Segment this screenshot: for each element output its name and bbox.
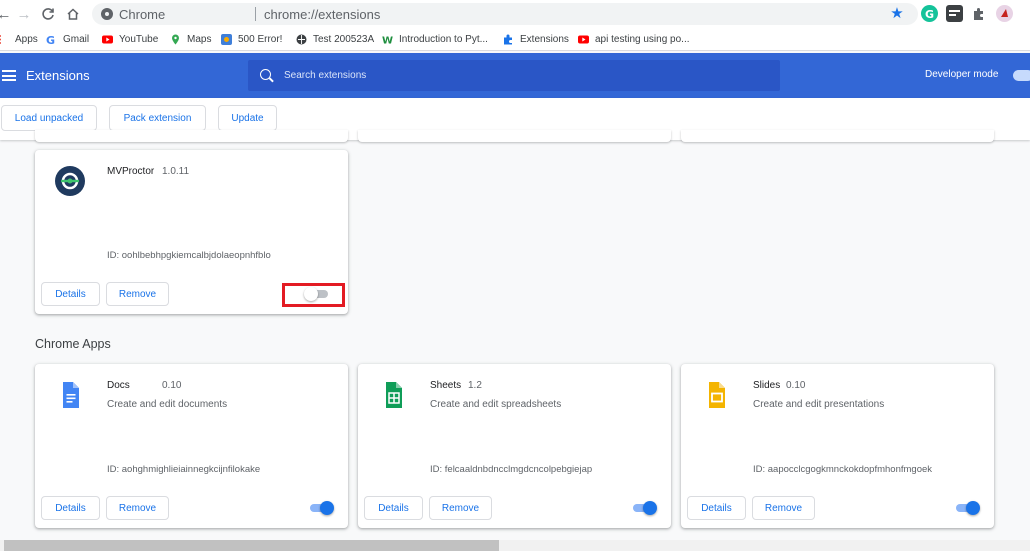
search-box[interactable] [248, 60, 780, 91]
forward-arrow-icon[interactable]: → [14, 4, 34, 24]
docs-icon [63, 382, 79, 408]
bookmark-label: Apps [15, 34, 38, 45]
details-button[interactable]: Details [41, 496, 100, 520]
bookmark-label: YouTube [119, 34, 159, 45]
toggle-thumb [966, 501, 980, 515]
address-bar[interactable]: Chrome chrome://extensions [92, 3, 918, 25]
back-arrow-icon[interactable]: ← [0, 4, 14, 24]
app-id: ID: felcaaldnbdncclmgdcncolpebgiejap [430, 464, 593, 475]
search-icon [260, 69, 271, 80]
youtube-icon [102, 35, 113, 44]
chrome-page-icon [101, 8, 113, 20]
extension-name: MVProctor [107, 166, 155, 177]
bookmark-500-error[interactable]: 500 Error! [221, 32, 282, 47]
card-above-stub [681, 130, 994, 142]
profile-avatar[interactable] [996, 5, 1013, 22]
app-version: 0.10 [786, 380, 806, 391]
remove-button[interactable]: Remove [106, 496, 169, 520]
load-unpacked-button[interactable]: Load unpacked [1, 105, 97, 131]
app-name: Docs [107, 380, 130, 391]
screen-extension-icon[interactable] [946, 5, 963, 22]
app-version: 0.10 [162, 380, 182, 391]
extension-id: ID: oohlbebhpgkiemcalbjdolaeopnhfblo [107, 250, 271, 261]
pack-extension-button[interactable]: Pack extension [109, 105, 206, 131]
youtube-icon [578, 35, 589, 44]
highlight-box [282, 283, 345, 307]
bookmark-test[interactable]: Test 200523A [296, 32, 374, 47]
chrome-apps-heading: Chrome Apps [35, 337, 111, 351]
toggle-thumb [320, 501, 334, 515]
bookmark-label: Gmail [63, 34, 90, 45]
app-id: ID: aapocclcgogkmnckokdopfmhonfmgoek [753, 464, 933, 475]
bookmarks-bar: Apps G Gmail YouTube Maps 500 Error! Tes… [0, 28, 1030, 51]
bookmark-extensions[interactable]: Extensions [503, 32, 569, 47]
home-icon[interactable] [63, 4, 83, 24]
app-name: Slides [753, 380, 781, 391]
app-card-slides: Slides 0.10 Create and edit presentation… [681, 364, 994, 528]
bookmark-gmail[interactable]: G Gmail [46, 32, 89, 47]
remove-button[interactable]: Remove [429, 496, 492, 520]
puzzle-icon [504, 34, 512, 45]
bookmark-maps[interactable]: Maps [170, 32, 211, 47]
app-version: 1.2 [468, 380, 482, 391]
extensions-header: Extensions Developer mode [0, 53, 1030, 98]
toggle-thumb [643, 501, 657, 515]
hamburger-menu-icon[interactable] [2, 70, 16, 81]
address-separator [255, 7, 256, 21]
app-enable-toggle[interactable] [631, 501, 657, 515]
slides-icon [709, 382, 725, 408]
app-description: Create and edit documents [107, 399, 228, 410]
horizontal-scrollbar-thumb[interactable] [4, 540, 499, 551]
bookmark-label: Extensions [520, 34, 569, 45]
bookmark-star-icon[interactable]: ★ [888, 5, 906, 23]
search-input[interactable] [284, 60, 764, 91]
bookmark-label: Test 200523A [313, 34, 375, 45]
mvproctor-logo-icon [55, 166, 85, 196]
address-site-label: Chrome [119, 7, 166, 22]
sheets-icon [386, 382, 402, 408]
app-description: Create and edit spreadsheets [430, 399, 562, 410]
card-above-stub [358, 130, 671, 142]
app-card-docs: Docs 0.10 Create and edit documents ID: … [35, 364, 348, 528]
app-card-sheets: Sheets 1.2 Create and edit spreadsheets … [358, 364, 671, 528]
svg-text:G: G [925, 8, 934, 21]
details-button[interactable]: Details [364, 496, 423, 520]
update-button[interactable]: Update [218, 105, 277, 131]
error-page-icon [221, 34, 232, 45]
bookmark-label: api testing using po... [595, 34, 690, 45]
w-logo-icon: W [382, 36, 393, 46]
details-button[interactable]: Details [687, 496, 746, 520]
app-id: ID: aohghmighlieiainnegkcijnfilokake [107, 464, 261, 475]
bookmark-api-testing[interactable]: api testing using po... [578, 32, 690, 47]
reload-icon[interactable] [38, 4, 58, 24]
maps-pin-icon [172, 34, 179, 45]
card-above-stub [35, 130, 348, 142]
app-description: Create and edit presentations [753, 399, 885, 410]
app-enable-toggle[interactable] [308, 501, 334, 515]
globe-icon [296, 34, 307, 45]
bookmark-label: Maps [187, 34, 212, 45]
developer-mode-toggle[interactable] [1013, 70, 1030, 81]
apps-grid-icon [0, 35, 1, 44]
page-title: Extensions [26, 68, 90, 83]
grammarly-icon[interactable]: G [921, 5, 938, 22]
google-icon: G [46, 34, 55, 45]
bookmark-youtube[interactable]: YouTube [102, 32, 158, 47]
bookmark-apps[interactable]: Apps [0, 32, 38, 47]
bookmark-label: Introduction to Pyt... [399, 34, 488, 45]
extension-version: 1.0.11 [162, 166, 190, 177]
extensions-puzzle-icon[interactable] [971, 5, 988, 22]
bookmark-label: 500 Error! [238, 34, 283, 45]
remove-button[interactable]: Remove [106, 282, 169, 306]
svg-text:W: W [382, 36, 393, 46]
remove-button[interactable]: Remove [752, 496, 815, 520]
svg-text:G: G [46, 34, 55, 45]
address-url[interactable]: chrome://extensions [264, 7, 380, 22]
bookmark-introduction[interactable]: W Introduction to Pyt... [382, 32, 488, 47]
browser-toolbar: ← → Chrome chrome://extensions ★ G [0, 0, 1030, 28]
developer-mode-label: Developer mode [925, 69, 999, 80]
details-button[interactable]: Details [41, 282, 100, 306]
app-name: Sheets [430, 380, 462, 391]
app-enable-toggle[interactable] [954, 501, 980, 515]
